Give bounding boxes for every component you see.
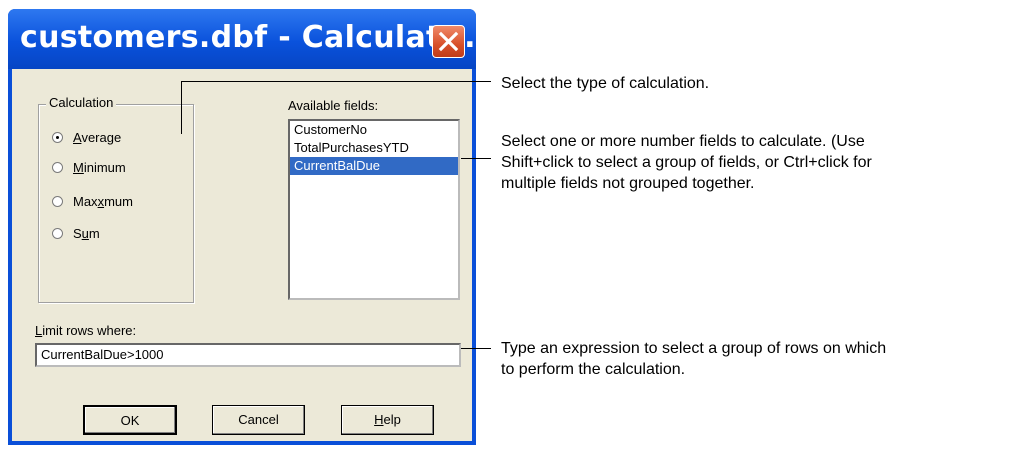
callout-line-calc-vertical <box>181 81 182 134</box>
title-bar[interactable]: customers.dbf - Calculat... <box>8 9 476 69</box>
close-icon <box>438 31 459 52</box>
callout-line-fields <box>461 158 491 159</box>
list-item[interactable]: TotalPurchasesYTD <box>290 139 458 157</box>
annotation-expression-line-1: Type an expression to select a group of … <box>501 340 887 357</box>
limit-rows-input[interactable]: CurrentBalDue>1000 <box>35 343 461 367</box>
calculation-dialog: customers.dbf - Calculat... Calculation … <box>8 9 476 445</box>
callout-line-expression <box>461 348 491 349</box>
radio-button[interactable] <box>52 161 63 173</box>
list-item-selected[interactable]: CurrentBalDue <box>290 157 458 175</box>
ok-button[interactable]: OK <box>83 405 177 435</box>
radio-label: Sum <box>73 225 100 241</box>
dialog-title: customers.dbf - Calculat... <box>20 20 476 55</box>
annotation-calculation: Select the type of calculation. <box>501 75 710 92</box>
available-fields-list[interactable]: CustomerNo TotalPurchasesYTD CurrentBalD… <box>288 119 460 300</box>
annotation-expression-line-2: to perform the calculation. <box>501 361 686 378</box>
radio-button[interactable] <box>52 227 63 239</box>
annotation-fields-line-2: Shift+click to select a group of fields,… <box>501 154 872 171</box>
limit-rows-label: Limit rows where: <box>35 323 137 338</box>
calculation-group-label: Calculation <box>46 95 117 110</box>
radio-button[interactable] <box>52 195 63 207</box>
list-item[interactable]: CustomerNo <box>290 121 458 139</box>
radio-label: Minimum <box>73 159 126 175</box>
radio-sum[interactable]: Sum <box>52 224 100 242</box>
close-button[interactable] <box>432 25 465 58</box>
annotation-fields-line-3: multiple fields not grouped together. <box>501 175 755 192</box>
dialog-body: Calculation Average Minimum Maxxmum Sum … <box>12 69 472 441</box>
radio-button[interactable] <box>52 131 63 143</box>
radio-label: Maxxmum <box>73 193 133 209</box>
help-button[interactable]: Help <box>341 405 434 435</box>
radio-maximum[interactable]: Maxxmum <box>52 192 133 210</box>
radio-average[interactable]: Average <box>52 128 121 146</box>
available-fields-label: Available fields: <box>288 98 379 113</box>
radio-label: Average <box>73 129 122 145</box>
callout-line-calc <box>181 81 491 82</box>
radio-minimum[interactable]: Minimum <box>52 158 126 176</box>
annotation-fields-line-1: Select one or more number fields to calc… <box>501 133 865 150</box>
cancel-button[interactable]: Cancel <box>212 405 305 435</box>
